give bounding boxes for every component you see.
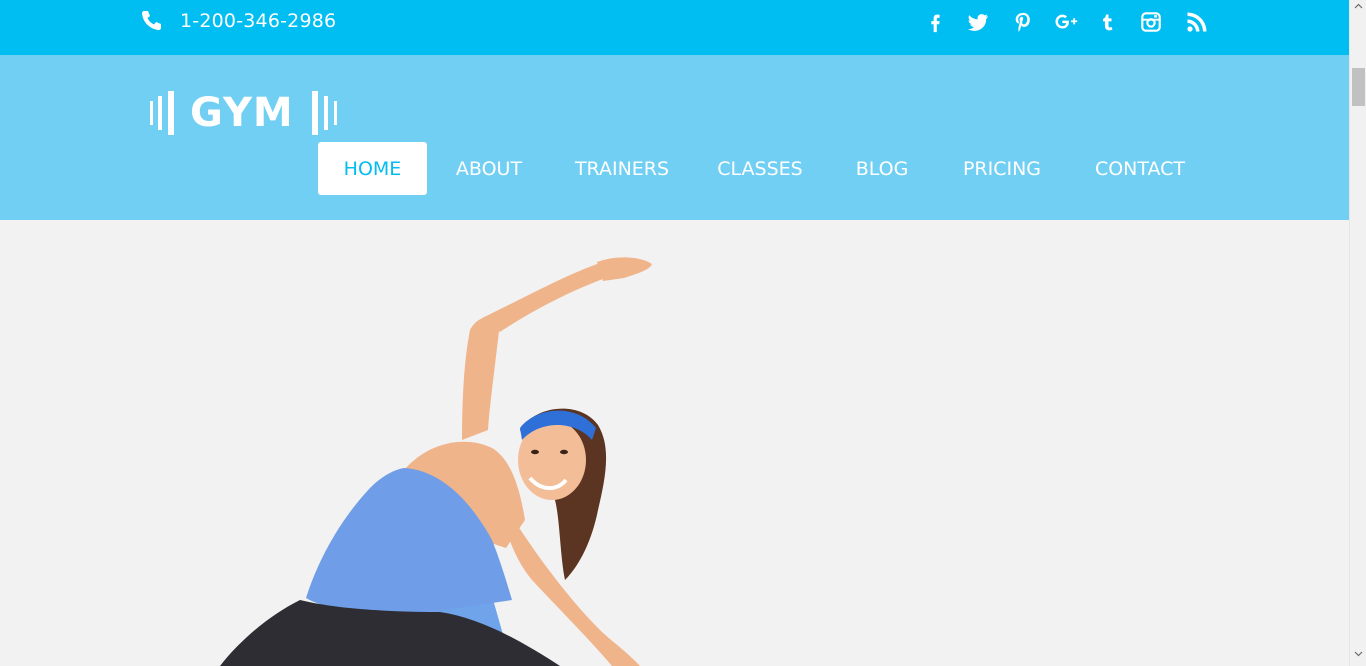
- nav-about[interactable]: ABOUT: [446, 142, 532, 195]
- barbell-right-icon: [312, 91, 337, 135]
- twitter-icon[interactable]: [964, 8, 992, 36]
- tumblr-icon[interactable]: [1097, 8, 1119, 36]
- phone-icon: [142, 11, 161, 30]
- logo[interactable]: GYM: [148, 89, 343, 137]
- nav-home[interactable]: HOME: [318, 142, 427, 195]
- nav-classes[interactable]: CLASSES: [714, 142, 806, 195]
- site-header: GYM HOME ABOUT TRAINERS CLASSES BLOG PRI…: [0, 55, 1349, 220]
- nav-pricing[interactable]: PRICING: [956, 142, 1048, 195]
- scroll-up-arrow-icon[interactable]: [1354, 3, 1363, 10]
- nav-trainers[interactable]: TRAINERS: [566, 142, 678, 195]
- rss-icon[interactable]: [1184, 8, 1210, 36]
- nav-blog[interactable]: BLOG: [848, 142, 916, 195]
- scrollbar-thumb[interactable]: [1352, 68, 1365, 106]
- nav-contact[interactable]: CONTACT: [1088, 142, 1192, 195]
- scroll-down-arrow-icon[interactable]: [1354, 650, 1363, 657]
- phone-number[interactable]: 1-200-346-2986: [180, 10, 336, 32]
- instagram-icon[interactable]: [1139, 8, 1163, 36]
- pinterest-icon[interactable]: [1011, 8, 1035, 36]
- hero-banner: [0, 220, 1349, 666]
- top-bar: 1-200-346-2986: [0, 0, 1349, 55]
- logo-text: GYM: [190, 90, 294, 136]
- barbell-left-icon: [150, 91, 174, 135]
- scrollbar[interactable]: [1349, 0, 1366, 666]
- hero-image-woman-stretching: [220, 257, 652, 666]
- google-plus-icon[interactable]: [1053, 8, 1081, 36]
- facebook-icon[interactable]: [923, 8, 947, 36]
